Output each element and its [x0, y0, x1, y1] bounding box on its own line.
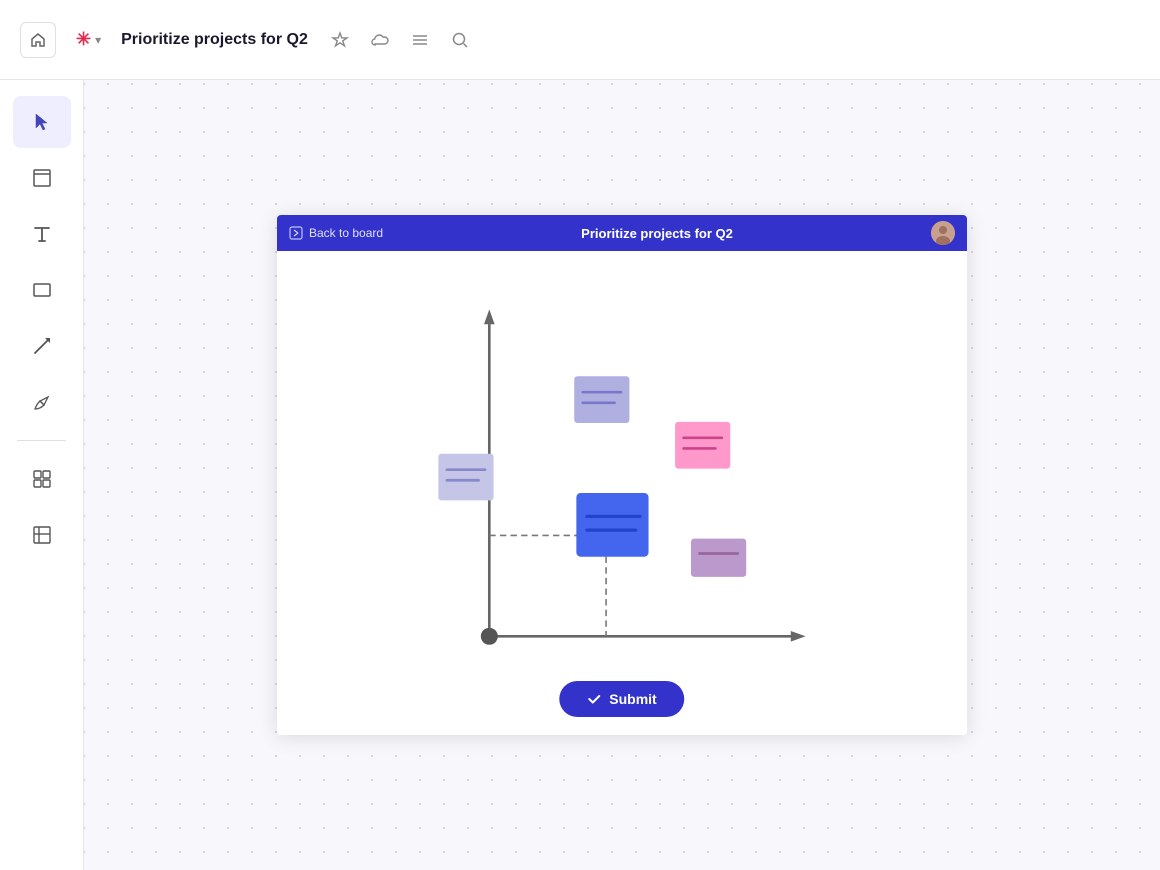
logo-chevron-icon: ▾ [95, 33, 101, 47]
back-label: Back to board [309, 226, 383, 240]
line-icon [31, 335, 53, 357]
menu-button[interactable] [404, 24, 436, 56]
submit-label: Submit [609, 691, 656, 707]
grid-icon [31, 468, 53, 490]
pen-icon [31, 391, 53, 413]
text-icon [31, 223, 53, 245]
back-to-board-button[interactable]: Back to board [289, 226, 383, 240]
tool-select[interactable] [13, 96, 71, 148]
search-icon [451, 31, 469, 49]
chart-svg [277, 251, 967, 735]
tool-layout[interactable] [13, 509, 71, 561]
sidebar-divider [17, 440, 67, 441]
cloud-button[interactable] [364, 24, 396, 56]
sidebar-tools-group [0, 96, 83, 428]
page-title: Prioritize projects for Q2 [121, 31, 308, 49]
checkmark-icon [587, 692, 601, 706]
topbar-actions [324, 24, 476, 56]
tool-frame[interactable] [13, 152, 71, 204]
tool-text[interactable] [13, 208, 71, 260]
main-canvas-area: Back to board Prioritize projects for Q2 [84, 80, 1160, 870]
tool-pen[interactable] [13, 376, 71, 428]
tool-rect[interactable] [13, 264, 71, 316]
board-title: Prioritize projects for Q2 [581, 226, 733, 241]
star-button[interactable] [324, 24, 356, 56]
rect-icon [31, 279, 53, 301]
select-icon [31, 111, 53, 133]
topbar: ✳ ▾ Prioritize projects for Q2 [0, 0, 1160, 80]
board-content: Submit [277, 251, 967, 735]
back-icon [289, 226, 303, 240]
home-button[interactable] [20, 22, 56, 58]
search-button[interactable] [444, 24, 476, 56]
board-header: Back to board Prioritize projects for Q2 [277, 215, 967, 251]
frame-icon [31, 167, 53, 189]
logo-icon: ✳ [76, 29, 91, 50]
tool-grid[interactable] [13, 453, 71, 505]
star-icon [331, 31, 349, 49]
layout-icon [31, 524, 53, 546]
avatar [931, 221, 955, 245]
sidebar-bottom-tools-group [0, 453, 83, 561]
board-frame: Back to board Prioritize projects for Q2 [277, 215, 967, 735]
logo-area[interactable]: ✳ ▾ [68, 25, 109, 54]
submit-button[interactable]: Submit [559, 681, 684, 717]
cloud-icon [371, 33, 389, 47]
tool-line[interactable] [13, 320, 71, 372]
home-icon [30, 32, 46, 48]
sidebar [0, 80, 84, 870]
avatar-image [931, 221, 955, 245]
menu-icon [411, 33, 429, 47]
